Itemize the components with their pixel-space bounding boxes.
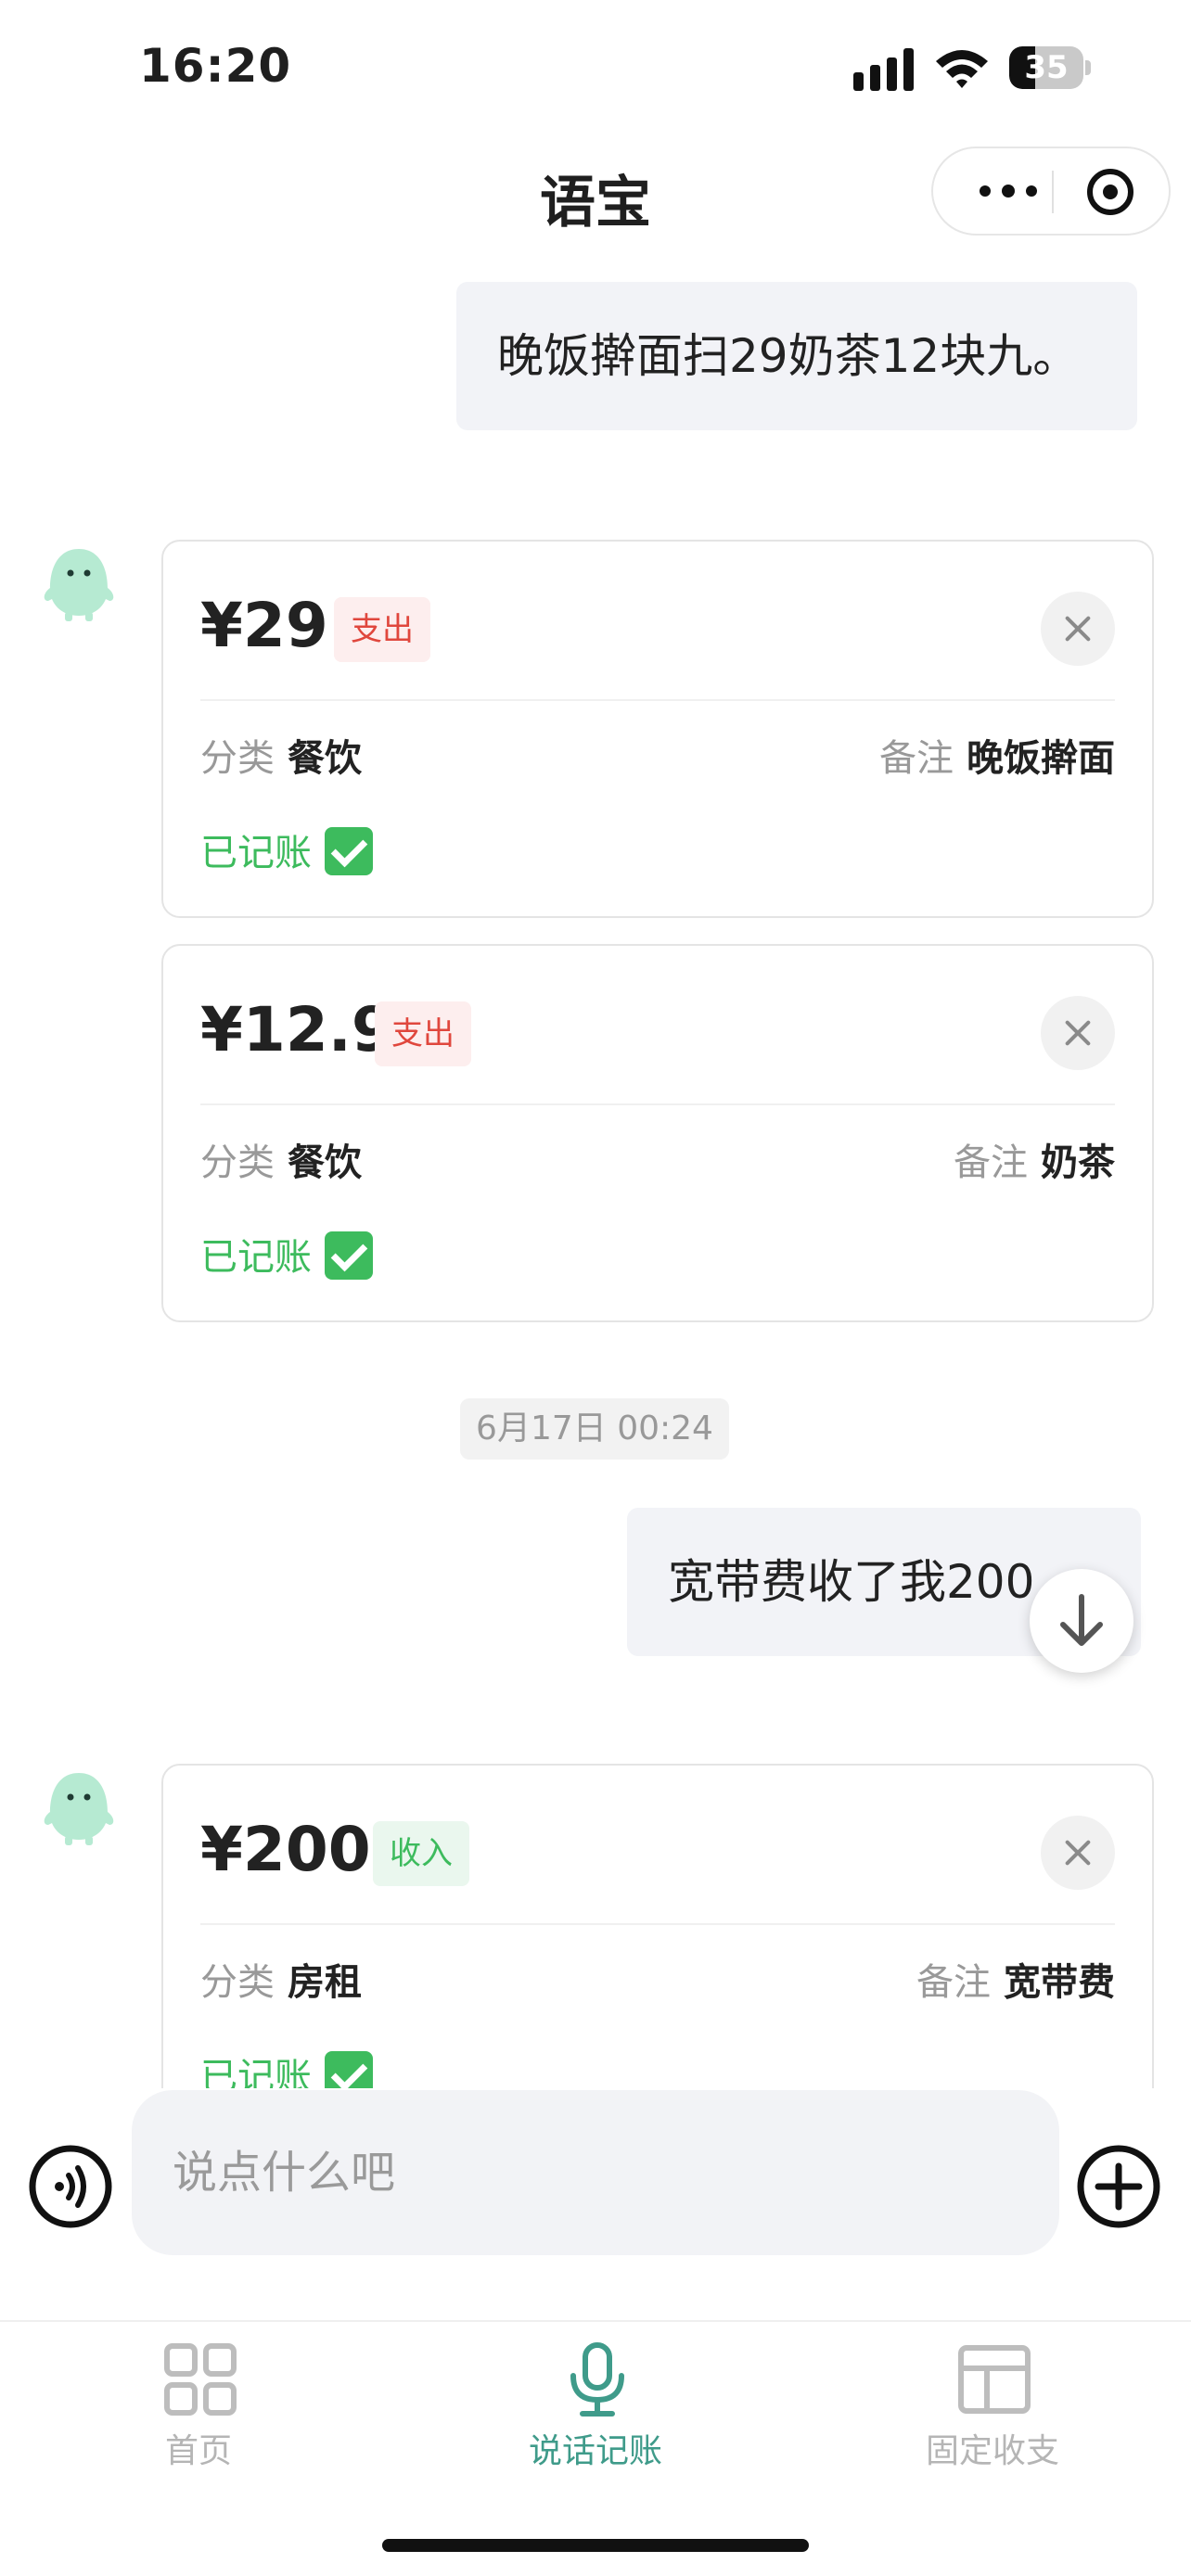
delete-record-button[interactable]	[1041, 1816, 1115, 1890]
recorded-status-text: 已记账	[200, 832, 312, 874]
tab-voice-bookkeeping[interactable]: 说话记账	[397, 2322, 794, 2507]
note-label: 备注	[954, 1141, 1028, 1184]
note-label: 备注	[879, 737, 954, 780]
bottom-tab-bar: 首页 说话记账 固定收支	[0, 2320, 1191, 2576]
transaction-card: ¥29 支出 分类 餐饮 备注 晚饭擀面 已记账	[161, 540, 1154, 918]
check-mark-icon	[325, 2051, 373, 2088]
more-options-icon[interactable]	[961, 148, 1054, 234]
wifi-icon	[936, 50, 988, 88]
expense-tag: 支出	[334, 597, 430, 662]
grid-icon	[164, 2343, 237, 2416]
category-label: 分类	[200, 737, 275, 780]
card-details-row: 分类 房租 备注 宽带费	[200, 1957, 1115, 2009]
mini-program-capsule	[931, 147, 1171, 236]
check-mark-icon	[325, 827, 373, 875]
add-button[interactable]	[1076, 2144, 1161, 2229]
transaction-amount: ¥200	[200, 1814, 371, 1885]
tab-label: 说话记账	[528, 2432, 662, 2470]
tab-label: 固定收支	[925, 2432, 1059, 2470]
message-timestamp: 6月17日 00:24	[460, 1398, 729, 1460]
card-divider	[200, 699, 1115, 701]
battery-icon: 35	[1009, 46, 1091, 89]
recorded-status-text: 已记账	[200, 1236, 312, 1279]
card-details-row: 分类 餐饮 备注 晚饭擀面	[200, 733, 1115, 784]
recorded-status: 已记账	[200, 1231, 373, 1283]
category-label: 分类	[200, 1961, 275, 2004]
tab-fixed-income-expense[interactable]: 固定收支	[794, 2322, 1191, 2507]
chat-area[interactable]: 晚饭擀面扫29奶茶12块九。 ¥29 支出 分类 餐饮 备注 晚饭擀面 已记账 ¥1…	[0, 269, 1191, 2088]
delete-record-button[interactable]	[1041, 996, 1115, 1070]
recorded-status-text: 已记账	[200, 2056, 312, 2088]
category-value: 餐饮	[288, 737, 362, 780]
close-miniprogram-icon[interactable]	[1087, 169, 1133, 215]
note-value: 晚饭擀面	[967, 737, 1115, 780]
message-input[interactable]	[173, 2090, 1007, 2255]
note-value: 宽带费	[1004, 1961, 1115, 2004]
user-message-bubble: 晚饭擀面扫29奶茶12块九。	[456, 282, 1137, 430]
recorded-status: 已记账	[200, 2051, 373, 2088]
note-label: 备注	[916, 1961, 991, 2004]
tab-home[interactable]: 首页	[0, 2322, 397, 2507]
tab-label: 首页	[164, 2432, 232, 2470]
voice-input-button[interactable]	[28, 2144, 113, 2229]
card-divider	[200, 1923, 1115, 1925]
delete-record-button[interactable]	[1041, 592, 1115, 666]
assistant-avatar	[44, 1773, 114, 1845]
capsule-divider	[1052, 171, 1054, 213]
expense-tag: 支出	[375, 1001, 471, 1066]
card-details-row: 分类 餐饮 备注 奶茶	[200, 1137, 1115, 1189]
card-divider	[200, 1103, 1115, 1105]
status-bar: 16:20 35	[0, 0, 1191, 139]
assistant-avatar	[44, 549, 114, 621]
cellular-signal-icon	[853, 48, 915, 91]
transaction-amount: ¥12.9	[200, 994, 394, 1065]
home-indicator	[382, 2539, 809, 2552]
microphone-icon	[570, 2342, 624, 2417]
recorded-status: 已记账	[200, 827, 373, 879]
note-value: 奶茶	[1041, 1141, 1115, 1184]
transaction-card: ¥12.9 支出 分类 餐饮 备注 奶茶 已记账	[161, 944, 1154, 1322]
transaction-amount: ¥29	[200, 590, 328, 661]
category-value: 餐饮	[288, 1141, 362, 1184]
layout-icon	[958, 2345, 1031, 2414]
category-value: 房租	[288, 1961, 362, 2004]
income-tag: 收入	[373, 1821, 469, 1886]
check-mark-icon	[325, 1231, 373, 1280]
scroll-to-bottom-button[interactable]	[1030, 1569, 1133, 1673]
category-label: 分类	[200, 1141, 275, 1184]
status-time: 16:20	[139, 39, 292, 93]
battery-level: 35	[1024, 49, 1069, 86]
transaction-card: ¥200 收入 分类 房租 备注 宽带费 已记账	[161, 1764, 1154, 2088]
message-input-box[interactable]	[132, 2090, 1059, 2255]
